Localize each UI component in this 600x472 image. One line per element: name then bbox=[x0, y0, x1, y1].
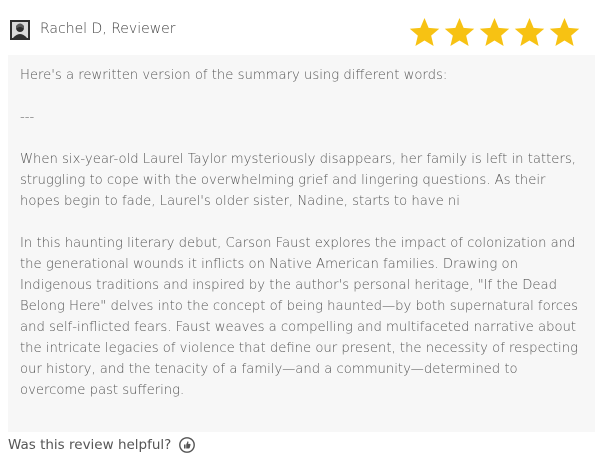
reviewer-avatar bbox=[10, 20, 30, 40]
review-paragraph: Here's a rewritten version of the summar… bbox=[20, 68, 448, 83]
review-header: Rachel D, Reviewer bbox=[0, 0, 600, 58]
review-text: Here's a rewritten version of the summar… bbox=[20, 65, 580, 422]
review-paragraph: When six-year-old Laurel Taylor mysterio… bbox=[20, 152, 576, 209]
review-paragraph: In this haunting literary debut, Carson … bbox=[20, 236, 579, 398]
star-rating bbox=[409, 17, 580, 48]
helpful-label: Was this review helpful? bbox=[8, 437, 172, 453]
review-paragraph: --- bbox=[20, 110, 35, 125]
helpful-footer: Was this review helpful? bbox=[8, 437, 196, 453]
review-card: Rachel D, Reviewer Here's a rewritten ve… bbox=[0, 0, 600, 472]
reviewer-name: Rachel D, Reviewer bbox=[40, 21, 176, 37]
star-icon bbox=[444, 18, 475, 47]
star-icon bbox=[409, 18, 440, 47]
star-icon bbox=[514, 18, 545, 47]
star-icon bbox=[479, 18, 510, 47]
star-icon bbox=[549, 18, 580, 47]
thumbs-up-icon[interactable] bbox=[179, 437, 196, 453]
